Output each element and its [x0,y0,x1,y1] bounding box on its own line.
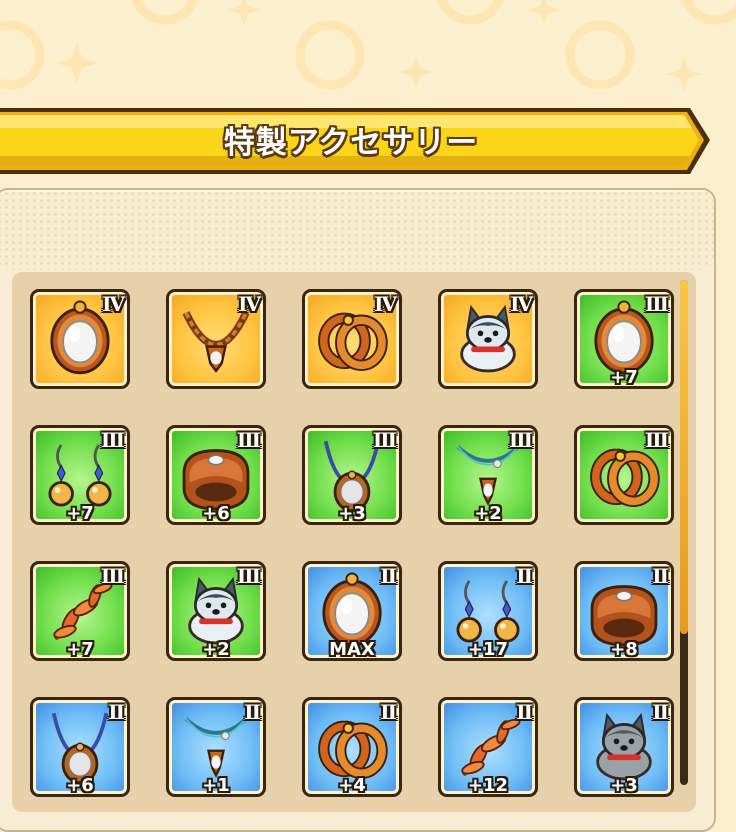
title-banner: 特製アクセサリー [0,106,712,178]
rank-badge: IV [510,292,533,316]
item-level: +4 [338,775,366,796]
item-level: +3 [610,775,638,796]
rank-badge: III [236,564,261,588]
rank-badge: III [236,428,261,452]
rank-badge: II [516,564,533,588]
rank-badge: IV [102,292,125,316]
scrollbar-thumb[interactable] [680,280,688,634]
rank-badge: II [652,564,669,588]
accessory-item-18[interactable]: II +4 [302,697,402,797]
rank-badge: IV [374,292,397,316]
accessory-item-4[interactable]: IV [438,289,538,389]
scrollbar[interactable] [680,280,688,785]
accessory-item-12[interactable]: III +2 [166,561,266,661]
item-level: MAX [329,639,375,660]
item-level: +8 [610,639,638,660]
accessory-item-19[interactable]: II +12 [438,697,538,797]
rank-badge: II [380,700,397,724]
item-level: +2 [202,639,230,660]
accessory-item-7[interactable]: III +6 [166,425,266,525]
rank-badge: III [372,428,397,452]
rank-badge: II [516,700,533,724]
accessory-item-11[interactable]: III +7 [30,561,130,661]
accessory-item-1[interactable]: IV [30,289,130,389]
item-level: +17 [467,639,509,660]
accessory-item-20[interactable]: II +3 [574,697,674,797]
accessory-item-13[interactable]: II MAX [302,561,402,661]
panel-dot-pattern [0,190,714,270]
item-level: +3 [338,503,366,524]
rank-badge: III [508,428,533,452]
accessory-item-9[interactable]: III +2 [438,425,538,525]
item-level: +12 [467,775,509,796]
rank-badge: II [652,700,669,724]
item-level: +7 [66,503,94,524]
item-level: +6 [202,503,230,524]
accessory-item-8[interactable]: III +3 [302,425,402,525]
accessory-item-2[interactable]: IV [166,289,266,389]
item-level: +7 [66,639,94,660]
accessory-item-10[interactable]: III [574,425,674,525]
rank-badge: II [108,700,125,724]
rank-badge: II [380,564,397,588]
rank-badge: II [244,700,261,724]
accessory-item-3[interactable]: IV [302,289,402,389]
item-level: +1 [202,775,230,796]
accessory-item-16[interactable]: II +6 [30,697,130,797]
item-level: +2 [474,503,502,524]
rank-badge: III [100,428,125,452]
rank-badge: IV [238,292,261,316]
rank-badge: III [100,564,125,588]
accessory-item-6[interactable]: III +7 [30,425,130,525]
accessory-item-17[interactable]: II +1 [166,697,266,797]
page-title: 特製アクセサリー [223,124,479,161]
item-level: +6 [66,775,94,796]
rank-badge: III [644,292,669,316]
accessory-item-15[interactable]: II +8 [574,561,674,661]
accessory-item-14[interactable]: II +17 [438,561,538,661]
rank-badge: III [644,428,669,452]
item-level: +7 [610,367,638,388]
accessory-item-5[interactable]: III +7 [574,289,674,389]
